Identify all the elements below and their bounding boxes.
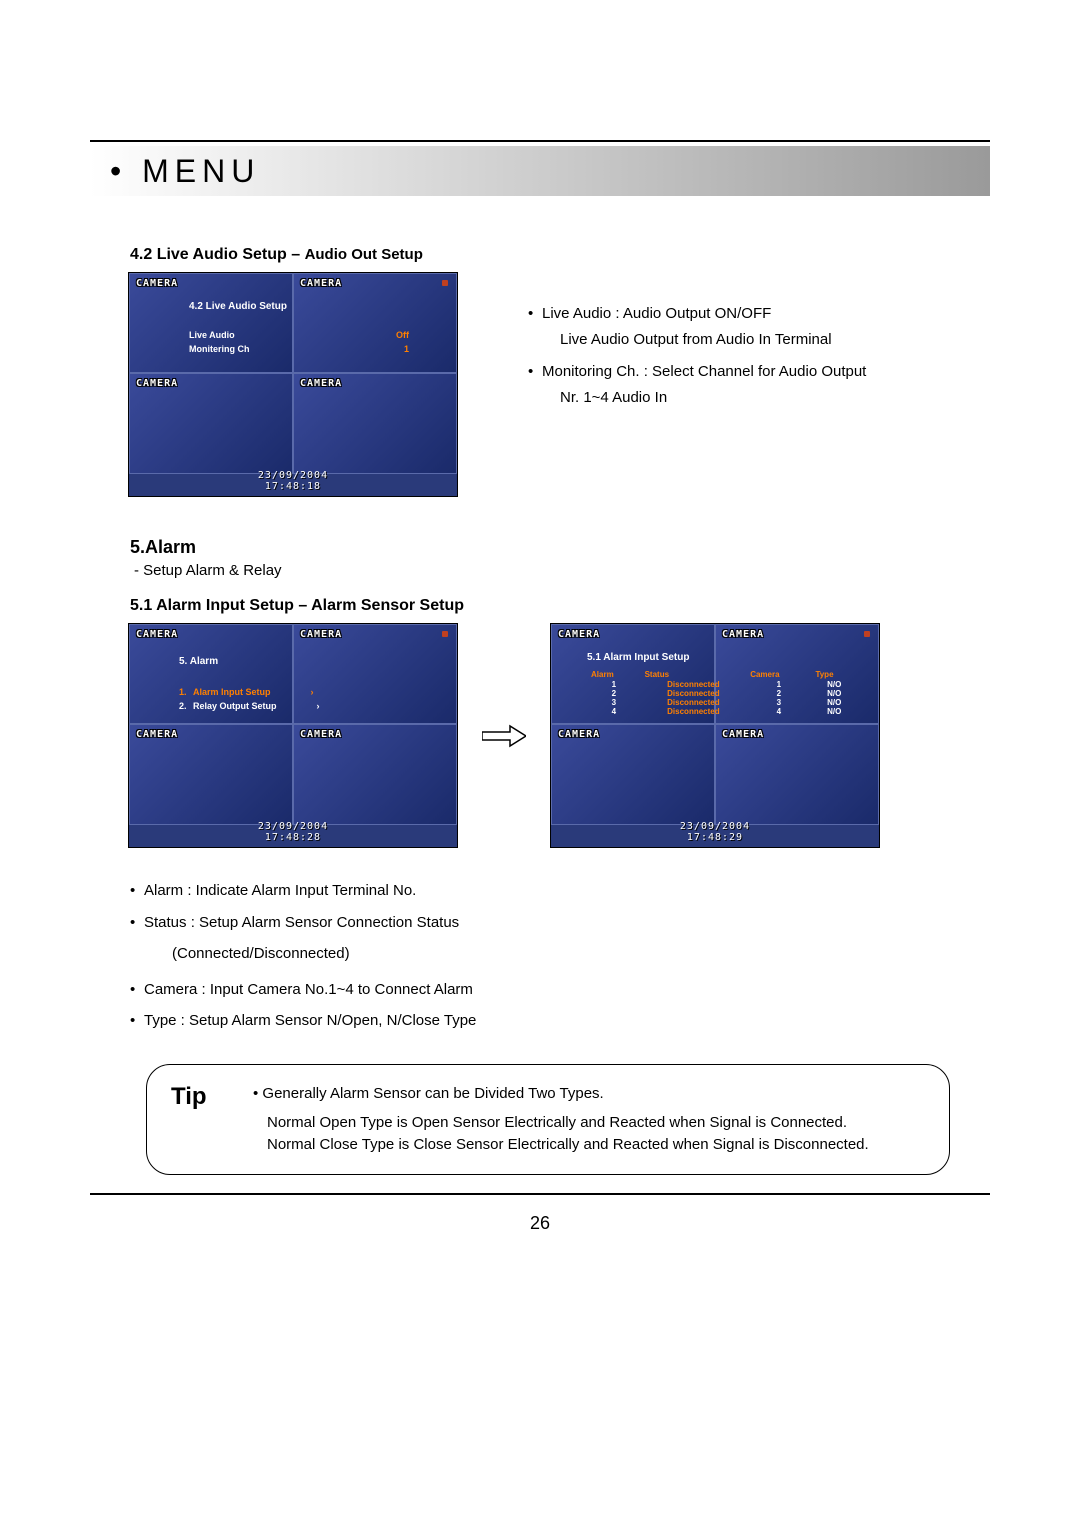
tip-text: Normal Close Type is Close Sensor Electr…	[267, 1134, 869, 1156]
tip-text: Normal Open Type is Open Sensor Electric…	[267, 1112, 869, 1134]
osd-title: 5.1 Alarm Input Setup	[587, 652, 857, 663]
heading-5: 5.Alarm	[130, 537, 990, 558]
table-row: 2 Disconnected 2 N/O	[587, 689, 857, 698]
camera-label: CAMERA	[136, 629, 178, 640]
col-header: Alarm	[587, 669, 641, 680]
notes-4-2: •Live Audio : Audio Output ON/OFF Live A…	[528, 302, 866, 410]
desc-text: Camera : Input Camera No.1~4 to Connect …	[144, 977, 473, 1003]
camera-label: CAMERA	[558, 729, 600, 740]
desc-text: Alarm : Indicate Alarm Input Terminal No…	[144, 878, 416, 904]
chevron-right-icon: ›	[317, 701, 320, 711]
chevron-right-icon: ›	[311, 687, 314, 697]
osd-row-value: 1	[404, 344, 409, 354]
ts-time: 17:48:28	[129, 832, 457, 843]
screenshot-alarm-menu: CAMERA CAMERA CAMERA CAMERA 5. Alarm 1. …	[128, 623, 458, 848]
camera-label: CAMERA	[136, 729, 178, 740]
page-number: 26	[90, 1213, 990, 1234]
osd-menu-live-audio: 4.2 Live Audio Setup Live Audio Off Moni…	[189, 301, 409, 358]
desc-text: (Connected/Disconnected)	[172, 941, 990, 967]
col-header: Type	[811, 669, 857, 680]
tip-label: Tip	[171, 1083, 225, 1111]
ts-time: 17:48:18	[129, 481, 457, 492]
rec-icon	[442, 280, 448, 286]
heading-4-2-main: 4.2 Live Audio Setup –	[130, 246, 305, 263]
top-rule	[90, 140, 990, 142]
camera-label: CAMERA	[558, 629, 600, 640]
osd-row-label: Monitering Ch	[189, 344, 250, 354]
note-text: Monitoring Ch. : Select Channel for Audi…	[542, 360, 866, 384]
rec-icon	[864, 631, 870, 637]
osd-title: 4.2 Live Audio Setup	[189, 301, 409, 312]
screenshot-alarm-input: CAMERA CAMERA CAMERA CAMERA 5.1 Alarm In…	[550, 623, 880, 848]
osd-title: 5. Alarm	[179, 656, 419, 667]
bottom-rule	[90, 1193, 990, 1195]
osd-row-label: Live Audio	[189, 330, 235, 340]
screenshot-live-audio: CAMERA CAMERA CAMERA CAMERA 4.2 Live Aud…	[128, 272, 458, 497]
osd-item-num: 2.	[179, 701, 193, 711]
camera-label: CAMERA	[136, 378, 178, 389]
ts-date: 23/09/2004	[129, 470, 457, 481]
osd-timestamp: 23/09/2004 17:48:28	[129, 821, 457, 843]
tip-text: Generally Alarm Sensor can be Divided Tw…	[262, 1085, 603, 1102]
note-text: Nr. 1~4 Audio In	[560, 386, 866, 410]
osd-item-num: 1.	[179, 687, 193, 697]
note-text: Live Audio : Audio Output ON/OFF	[542, 302, 771, 326]
desc-text: Status : Setup Alarm Sensor Connection S…	[144, 910, 459, 936]
camera-label: CAMERA	[300, 378, 342, 389]
tip-box: Tip • Generally Alarm Sensor can be Divi…	[146, 1064, 950, 1175]
subhead-5: - Setup Alarm & Relay	[134, 562, 990, 579]
osd-menu-alarm-input: 5.1 Alarm Input Setup Alarm Status Camer…	[587, 652, 857, 716]
desc-text: Type : Setup Alarm Sensor N/Open, N/Clos…	[144, 1008, 476, 1034]
osd-menu-alarm: 5. Alarm 1. Alarm Input Setup › 2. Relay…	[179, 656, 419, 715]
osd-timestamp: 23/09/2004 17:48:18	[129, 470, 457, 492]
osd-item-text: Relay Output Setup	[193, 701, 277, 711]
camera-label: CAMERA	[300, 729, 342, 740]
table-row: 3 Disconnected 3 N/O	[587, 698, 857, 707]
camera-label: CAMERA	[722, 729, 764, 740]
arrow-right-icon	[482, 721, 526, 751]
ts-date: 23/09/2004	[551, 821, 879, 832]
note-text: Live Audio Output from Audio In Terminal	[560, 328, 866, 352]
table-row: 1 Disconnected 1 N/O	[587, 680, 857, 689]
ts-date: 23/09/2004	[129, 821, 457, 832]
osd-timestamp: 23/09/2004 17:48:29	[551, 821, 879, 843]
heading-4-2-sub: Audio Out Setup	[305, 246, 423, 263]
heading-4-2: 4.2 Live Audio Setup – Audio Out Setup	[130, 246, 990, 264]
rec-icon	[442, 631, 448, 637]
heading-5-1: 5.1 Alarm Input Setup – Alarm Sensor Set…	[130, 597, 990, 615]
camera-label: CAMERA	[300, 278, 342, 289]
ts-time: 17:48:29	[551, 832, 879, 843]
osd-row-value: Off	[396, 330, 409, 340]
page-title-bar: • MENU	[90, 146, 990, 196]
camera-label: CAMERA	[300, 629, 342, 640]
osd-table: Alarm Status Camera Type 1 Disconnected …	[587, 669, 857, 716]
osd-item-text: Alarm Input Setup	[193, 687, 271, 697]
col-header: Status	[641, 669, 747, 680]
table-row: 4 Disconnected 4 N/O	[587, 707, 857, 716]
camera-label: CAMERA	[136, 278, 178, 289]
col-header: Camera	[746, 669, 811, 680]
camera-label: CAMERA	[722, 629, 764, 640]
page-title: • MENU	[110, 153, 260, 190]
desc-5-1: •Alarm : Indicate Alarm Input Terminal N…	[130, 878, 990, 1034]
